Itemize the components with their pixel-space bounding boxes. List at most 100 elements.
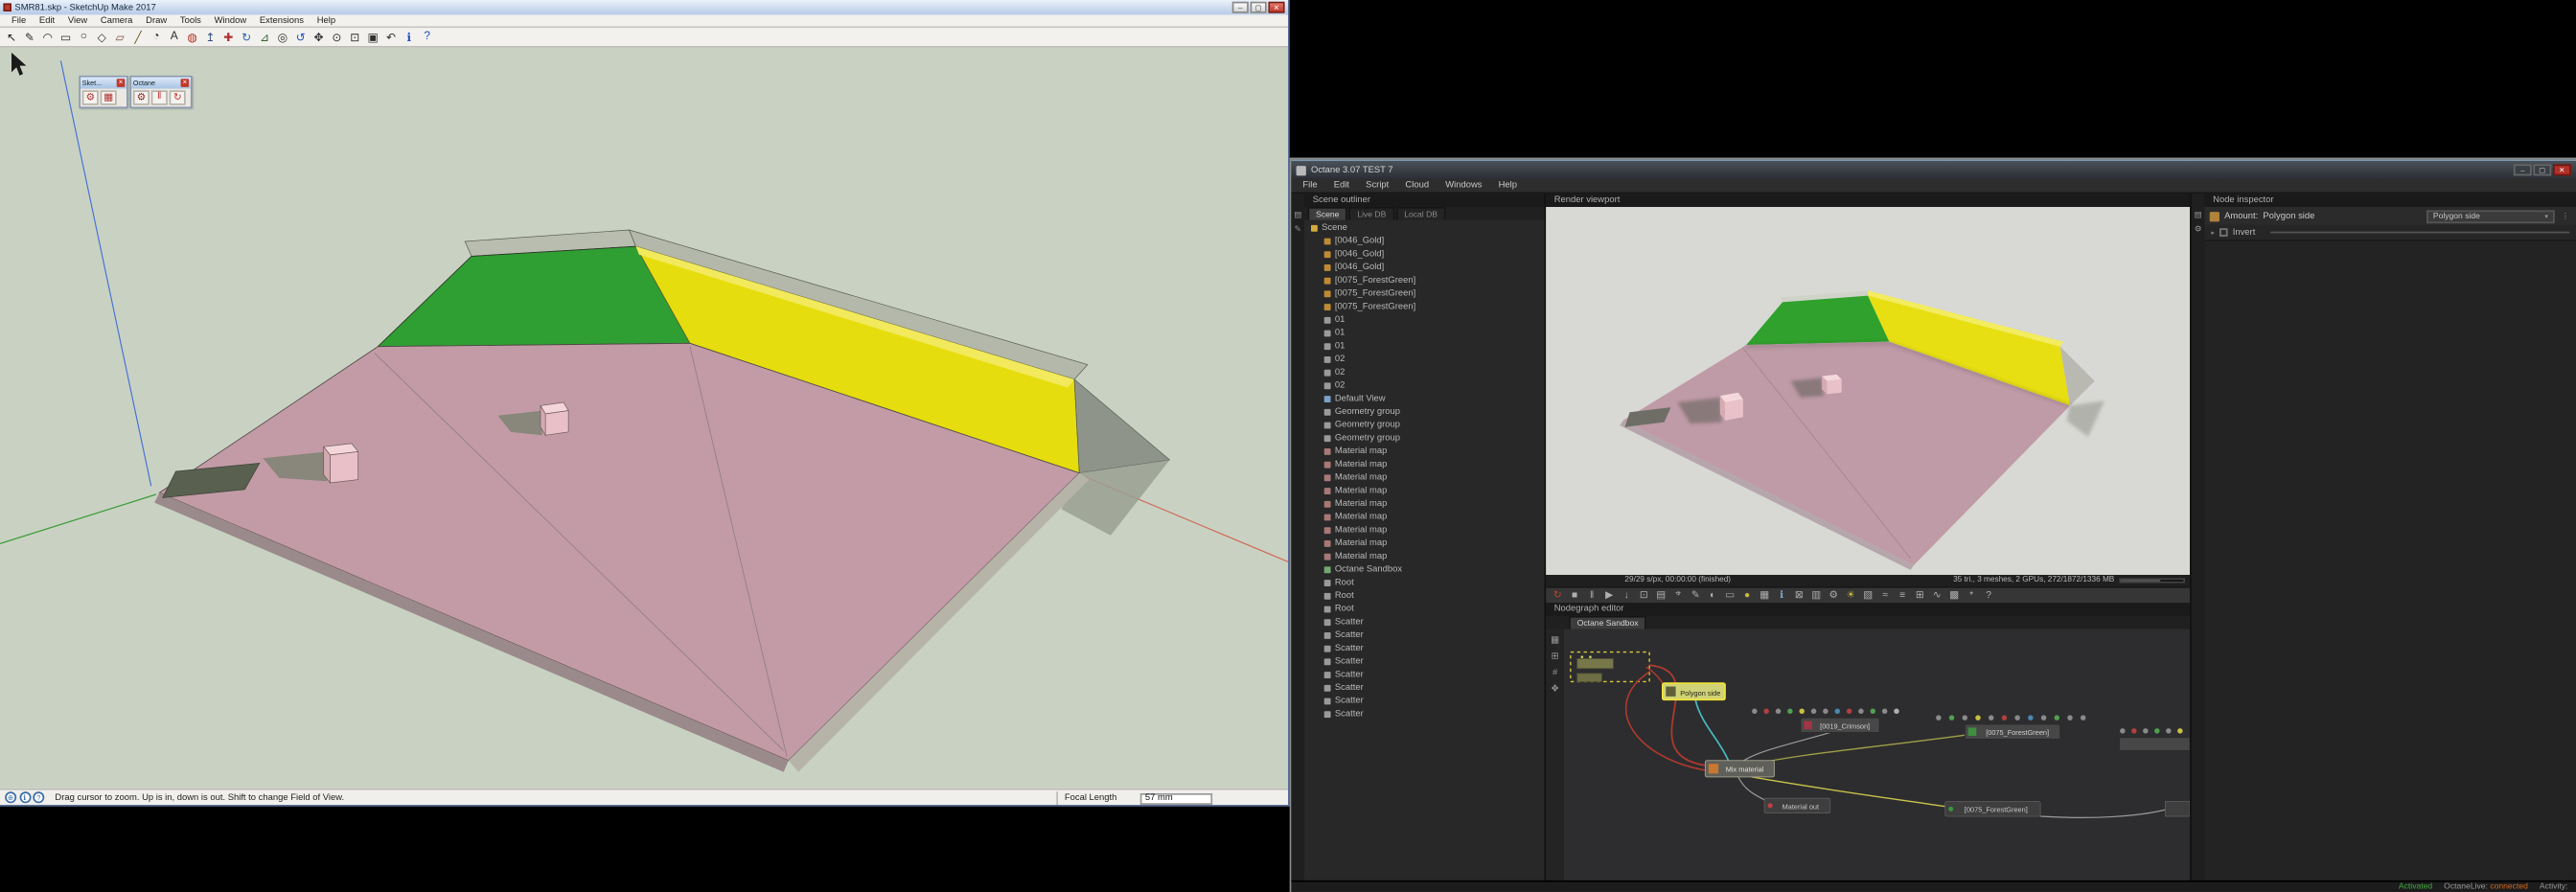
node-port[interactable] bbox=[1881, 708, 1888, 715]
octane-refresh-icon[interactable]: ↻ bbox=[169, 89, 186, 104]
nodes-palette-icon[interactable]: ▦ bbox=[1549, 634, 1562, 648]
octane-render-settings-icon[interactable]: ⚙ bbox=[132, 89, 150, 104]
arc-icon[interactable]: ◠ bbox=[39, 29, 56, 45]
camera-settings-icon[interactable]: ⚙ bbox=[1827, 589, 1840, 603]
circle-icon[interactable]: ○ bbox=[76, 29, 92, 45]
node-forestgreen-top[interactable]: [0075_ForestGreen] bbox=[1964, 723, 2061, 740]
node-mix-material[interactable]: Mix material bbox=[1704, 760, 1775, 778]
close-icon[interactable]: ✕ bbox=[1268, 1, 1285, 13]
outliner-item-scatter[interactable]: Scatter bbox=[1304, 655, 1544, 669]
node-crimson[interactable]: [0019_Crimson] bbox=[1800, 717, 1880, 733]
node-port[interactable] bbox=[2080, 715, 2086, 720]
outliner-item--0046-gold-[interactable]: [0046_Gold] bbox=[1304, 248, 1544, 262]
node-port[interactable] bbox=[1894, 708, 1899, 715]
mini-node[interactable] bbox=[1576, 673, 1602, 682]
node-port[interactable] bbox=[1799, 708, 1805, 715]
outliner-item--0046-gold-[interactable]: [0046_Gold] bbox=[1304, 235, 1544, 248]
inspector-extra-button[interactable]: ⋮ bbox=[2560, 210, 2571, 221]
invert-slider[interactable] bbox=[2269, 231, 2570, 234]
node-port[interactable] bbox=[1810, 708, 1817, 715]
outliner-panel-icon[interactable]: ▤ bbox=[1293, 210, 1302, 219]
menu-view[interactable]: View bbox=[61, 15, 94, 25]
instructor-icon[interactable]: ? bbox=[419, 29, 435, 45]
node-clipped[interactable] bbox=[2118, 737, 2191, 751]
outliner-item-material-map[interactable]: Material map bbox=[1304, 446, 1544, 459]
node-port[interactable] bbox=[1975, 715, 1981, 720]
menu-edit[interactable]: Edit bbox=[33, 15, 61, 25]
node-port[interactable] bbox=[1752, 708, 1758, 715]
node-port[interactable] bbox=[2177, 728, 2183, 734]
menu-file[interactable]: File bbox=[1295, 181, 1325, 191]
node-port[interactable] bbox=[1948, 806, 1954, 812]
node-port[interactable] bbox=[1767, 803, 1773, 809]
menu-help[interactable]: Help bbox=[1490, 181, 1526, 191]
outliner-item-material-map[interactable]: Material map bbox=[1304, 511, 1544, 524]
preferences-icon[interactable]: * bbox=[1965, 589, 1978, 603]
outliner-item-material-map[interactable]: Material map bbox=[1304, 524, 1544, 537]
render-restart-icon[interactable]: ↻ bbox=[1551, 589, 1564, 603]
info-icon[interactable]: ℹ bbox=[18, 791, 31, 804]
ramp-end-cap[interactable] bbox=[1073, 378, 1171, 474]
model-info-icon[interactable]: ℹ bbox=[401, 29, 417, 45]
node-port[interactable] bbox=[1834, 708, 1840, 715]
menu-draw[interactable]: Draw bbox=[139, 15, 173, 25]
polygon-icon[interactable]: ◇ bbox=[94, 29, 110, 45]
pan-icon[interactable]: ✥ bbox=[310, 29, 327, 45]
outliner-item-material-map[interactable]: Material map bbox=[1304, 497, 1544, 511]
outliner-item--0075-forestgreen-[interactable]: [0075_ForestGreen] bbox=[1304, 301, 1544, 314]
paint-bucket-icon[interactable]: ◍ bbox=[184, 29, 200, 45]
maximize-icon[interactable]: ▢ bbox=[1250, 1, 1267, 13]
render-layers-icon[interactable]: ≡ bbox=[1896, 589, 1909, 603]
minimize-icon[interactable]: – bbox=[1231, 1, 1249, 13]
node-port[interactable] bbox=[2120, 728, 2126, 734]
node-clipped[interactable] bbox=[2164, 801, 2191, 817]
node-port[interactable] bbox=[1823, 708, 1828, 715]
node-port[interactable] bbox=[1962, 715, 1968, 720]
menu-cloud[interactable]: Cloud bbox=[1397, 181, 1438, 191]
octane-titlebar[interactable]: Octane 3.07 TEST 7 – ▢ ✕ bbox=[1291, 159, 2576, 179]
camera-focus-icon[interactable]: ⌖ bbox=[1671, 589, 1685, 603]
node-port[interactable] bbox=[1870, 708, 1876, 715]
menu-file[interactable]: File bbox=[5, 15, 33, 25]
protractor-icon[interactable]: ◔ bbox=[148, 29, 164, 45]
node-port[interactable] bbox=[1589, 655, 1592, 659]
outliner-item-scatter[interactable]: Scatter bbox=[1304, 669, 1544, 682]
save-render-icon[interactable]: ↓ bbox=[1620, 589, 1633, 603]
node-port[interactable] bbox=[2154, 728, 2160, 734]
node-port[interactable] bbox=[2028, 715, 2034, 720]
help-icon[interactable]: ? bbox=[1982, 589, 1995, 603]
film-settings-icon[interactable]: ▥ bbox=[1809, 589, 1823, 603]
nodegraph-canvas[interactable]: Polygon side [0019_Crimson] [0075_Forest bbox=[1563, 629, 2191, 881]
node-polygon-side[interactable]: Polygon side bbox=[1661, 682, 1726, 701]
network-render-icon[interactable]: ∿ bbox=[1930, 589, 1944, 603]
render-play-icon[interactable]: ▶ bbox=[1602, 589, 1616, 603]
outliner-item-02[interactable]: 02 bbox=[1304, 379, 1544, 393]
tab-scene[interactable]: Scene bbox=[1307, 206, 1348, 220]
outliner-item-scatter[interactable]: Scatter bbox=[1304, 642, 1544, 655]
render-stop-icon[interactable]: ■ bbox=[1568, 589, 1581, 603]
outliner-item-scatter[interactable]: Scatter bbox=[1304, 629, 1544, 643]
node-port[interactable] bbox=[2054, 715, 2060, 720]
close-icon[interactable]: ✕ bbox=[180, 78, 190, 87]
outliner-item-scatter[interactable]: Scatter bbox=[1304, 681, 1544, 695]
offset-icon[interactable]: ◎ bbox=[274, 29, 290, 45]
clipboard-icon[interactable]: ▤ bbox=[1654, 589, 1668, 603]
rectangle-icon[interactable]: ▭ bbox=[58, 29, 74, 45]
white-balance-picker-icon[interactable]: ◐ bbox=[1706, 589, 1719, 603]
expander-icon[interactable]: ▸ bbox=[2211, 228, 2214, 237]
focal-length-input[interactable]: 57 mm bbox=[1139, 792, 1213, 805]
subsampling-icon[interactable]: ▦ bbox=[1758, 589, 1771, 603]
line-icon[interactable]: ✎ bbox=[21, 29, 37, 45]
polygon-side-dropdown[interactable]: Polygon side ▾ bbox=[2426, 209, 2555, 223]
node-port[interactable] bbox=[1787, 708, 1793, 715]
geolocation-icon[interactable]: ⊕ bbox=[5, 791, 17, 804]
eraser-icon[interactable]: ▱ bbox=[112, 29, 128, 45]
outliner-item-material-map[interactable]: Material map bbox=[1304, 485, 1544, 498]
outliner-item-material-map[interactable]: Material map bbox=[1304, 458, 1544, 471]
node-port[interactable] bbox=[2067, 715, 2073, 720]
outliner-item-material-map[interactable]: Material map bbox=[1304, 537, 1544, 551]
outliner-item-geometry-group[interactable]: Geometry group bbox=[1304, 419, 1544, 432]
menu-tools[interactable]: Tools bbox=[173, 15, 208, 25]
outliner-item-scatter[interactable]: Scatter bbox=[1304, 695, 1544, 708]
push-pull-icon[interactable]: ↥ bbox=[202, 29, 218, 45]
